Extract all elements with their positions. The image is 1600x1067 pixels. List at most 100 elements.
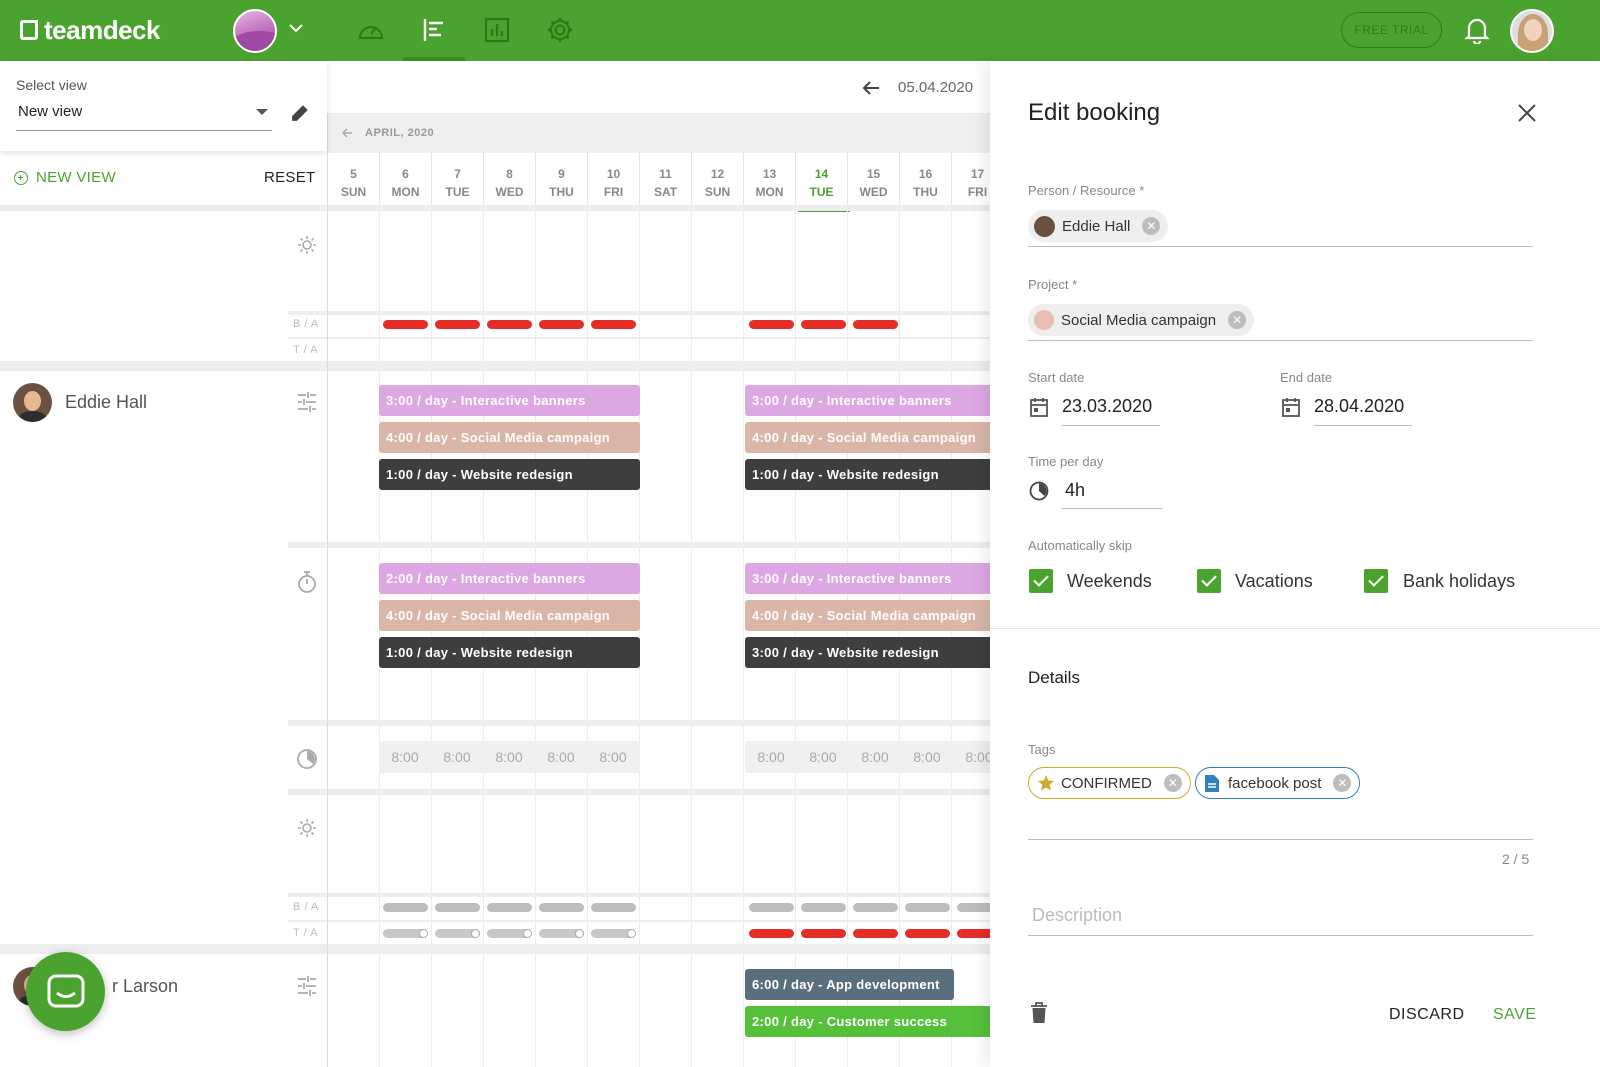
pencil-icon[interactable] xyxy=(290,103,310,123)
capacity-value: 8:00 xyxy=(495,749,523,765)
availability-marker xyxy=(957,903,990,912)
tag-confirmed[interactable]: CONFIRMED ✕ xyxy=(1028,767,1191,799)
capacity-value: 8:00 xyxy=(913,749,941,765)
time-per-day-input[interactable]: 4h xyxy=(1065,480,1085,501)
caret-down-icon xyxy=(256,109,268,115)
tag-counter: 2 / 5 xyxy=(1502,851,1530,867)
bell-icon[interactable] xyxy=(1464,16,1490,44)
person-chip-label: Eddie Hall xyxy=(1062,217,1131,235)
remove-icon[interactable]: ✕ xyxy=(1163,774,1182,792)
day-header: 9 THU xyxy=(535,153,587,209)
booking-bar[interactable]: 4:00 / day - Social Media campaign xyxy=(745,422,990,453)
close-icon[interactable] xyxy=(1517,103,1537,123)
day-header: 16 THU xyxy=(899,153,951,209)
timeoff-marker xyxy=(591,929,636,938)
settings-icon[interactable] xyxy=(545,15,575,45)
booking-bar[interactable]: 1:00 / day - Website redesign xyxy=(745,459,990,490)
discard-button[interactable]: DISCARD xyxy=(1389,1006,1465,1024)
free-trial-button[interactable]: FREE TRIAL xyxy=(1341,12,1442,48)
booking-bar[interactable]: 1:00 / day - Website redesign xyxy=(379,459,640,490)
scheduler-icon[interactable] xyxy=(419,15,449,45)
booking-bar[interactable]: 3:00 / day - Interactive banners xyxy=(745,385,990,416)
remove-icon[interactable]: ✕ xyxy=(1228,311,1247,329)
logged-bar[interactable]: 1:00 / day - Website redesign xyxy=(379,637,640,668)
reset-button[interactable]: RESET xyxy=(264,169,316,186)
end-date-input[interactable]: 28.04.2020 xyxy=(1314,396,1404,417)
logged-bar[interactable]: 2:00 / day - Interactive banners xyxy=(379,563,640,594)
save-button[interactable]: SAVE xyxy=(1493,1006,1537,1024)
chevron-down-icon[interactable] xyxy=(288,20,304,36)
timeoff-marker xyxy=(749,929,794,938)
chat-launcher[interactable] xyxy=(26,952,105,1031)
weekends-label: Weekends xyxy=(1067,571,1152,591)
ta-label: T / A xyxy=(293,344,318,356)
view-selector-panel: Select view New view xyxy=(0,61,327,151)
calendar-icon xyxy=(1030,398,1048,417)
panel-title: Edit booking xyxy=(1028,99,1161,126)
ba-label: B / A xyxy=(293,318,319,330)
availability-marker xyxy=(591,320,636,329)
start-date-input[interactable]: 23.03.2020 xyxy=(1062,396,1152,417)
booking-bar[interactable]: 2:00 / day - Customer success xyxy=(745,1006,990,1037)
availability-marker xyxy=(487,903,532,912)
scheduler-grid: 05.04.2020 APRIL, 2020 5 SUN 6 MON 7 TUE 8W… xyxy=(0,61,990,1067)
day-header: 8 WED xyxy=(483,153,535,209)
arrow-left-icon[interactable] xyxy=(862,80,880,96)
day-header: 17 FRI xyxy=(951,153,990,209)
description-input[interactable]: Description xyxy=(1032,905,1122,926)
teamdeck-logo[interactable]: teamdeck xyxy=(20,14,160,46)
tag-facebook-post[interactable]: facebook post ✕ xyxy=(1195,767,1361,799)
capacity-value: 8:00 xyxy=(547,749,575,765)
availability-marker xyxy=(801,903,846,912)
booking-bar[interactable]: 4:00 / day - Social Media campaign xyxy=(379,422,640,453)
date-navigator: 05.04.2020 xyxy=(862,79,973,96)
bank-holidays-label: Bank holidays xyxy=(1403,571,1516,591)
availability-marker xyxy=(539,903,584,912)
weekends-checkbox[interactable] xyxy=(1029,569,1053,593)
arrow-left-icon[interactable] xyxy=(341,127,353,139)
logo-icon xyxy=(20,20,38,40)
project-chip-label: Social Media campaign xyxy=(1061,311,1217,329)
edit-booking-panel: Edit booking Person / Resource * Eddie H… xyxy=(990,61,1600,1067)
dashboard-icon[interactable] xyxy=(356,15,386,45)
sun-icon xyxy=(298,819,316,837)
chat-icon xyxy=(47,974,84,1007)
current-date[interactable]: 05.04.2020 xyxy=(898,79,973,96)
availability-marker xyxy=(749,320,794,329)
logged-bar[interactable]: 4:00 / day - Social Media campaign xyxy=(379,600,640,631)
details-title: Details xyxy=(1028,668,1080,687)
reports-icon[interactable] xyxy=(482,15,512,45)
trash-icon[interactable] xyxy=(1030,1002,1048,1024)
remove-icon[interactable]: ✕ xyxy=(1142,217,1161,235)
availability-marker xyxy=(801,320,846,329)
timeoff-marker xyxy=(957,929,990,938)
day-header: 12 SUN xyxy=(691,153,743,209)
ba-label: B / A xyxy=(293,901,319,913)
booking-bar[interactable]: 3:00 / day - Interactive banners xyxy=(379,385,640,416)
days-row: 5 SUN 6 MON 7 TUE 8 WED 9 THU 10 FRI 11 SAT 12 S… xyxy=(327,153,990,209)
new-view-button[interactable]: NEW VIEW xyxy=(14,169,116,186)
view-select[interactable]: New view xyxy=(16,103,272,131)
vacations-label: Vacations xyxy=(1235,571,1313,591)
person-row-eddie-hall[interactable]: Eddie Hall xyxy=(13,383,147,422)
availability-marker xyxy=(435,320,480,329)
timeoff-marker xyxy=(487,929,532,938)
person-chip[interactable]: Eddie Hall ✕ xyxy=(1028,210,1169,242)
selected-view: New view xyxy=(18,103,83,120)
logged-bar[interactable]: 4:00 / day - Social Media campaign xyxy=(745,600,990,631)
project-chip[interactable]: Social Media campaign ✕ xyxy=(1028,304,1255,336)
remove-icon[interactable]: ✕ xyxy=(1333,774,1352,792)
capacity-value: 8:00 xyxy=(391,749,419,765)
month-label: APRIL, 2020 xyxy=(365,127,435,139)
logged-bar[interactable]: 3:00 / day - Interactive banners xyxy=(745,563,990,594)
workspace-avatar[interactable] xyxy=(233,9,277,53)
end-date-label: End date xyxy=(1280,370,1333,385)
booking-bar[interactable]: 6:00 / day - App development xyxy=(745,969,954,1000)
view-actions: NEW VIEW RESET xyxy=(0,151,327,207)
vacations-checkbox[interactable] xyxy=(1197,569,1221,593)
user-avatar[interactable] xyxy=(1510,9,1554,53)
planned-icon xyxy=(298,976,316,996)
logged-bar[interactable]: 3:00 / day - Website redesign xyxy=(745,637,990,668)
availability-marker xyxy=(383,320,428,329)
bank-holidays-checkbox[interactable] xyxy=(1364,569,1388,593)
